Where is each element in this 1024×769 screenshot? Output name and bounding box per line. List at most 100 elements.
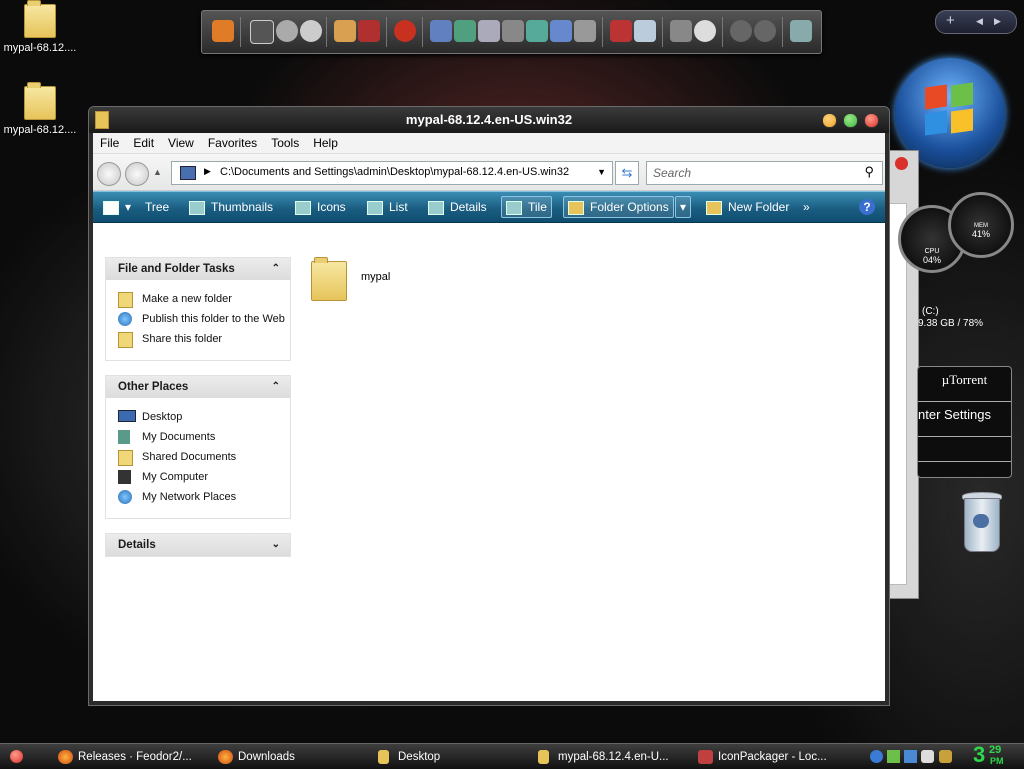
desktop-icon-mypal-folder[interactable]: mypal-68.12.... [0,82,80,136]
place-network-link[interactable]: My Network Places [118,490,290,504]
utorrent-settings-item[interactable]: nter Settings [918,402,1011,437]
forward-button[interactable] [125,162,149,186]
ccleaner-icon[interactable] [394,20,416,42]
scissors-icon[interactable] [502,20,524,42]
sidebar-control[interactable]: + ◀ ▶ [935,10,1017,34]
panel-header[interactable]: Other Places ⌃ [106,376,290,398]
tile-button[interactable]: Tile [501,196,552,218]
grid-icon[interactable] [574,20,596,42]
menu-view[interactable]: View [161,133,201,150]
dock-separator [326,17,327,47]
close-icon[interactable] [895,157,908,170]
thumbnails-button[interactable]: Thumbnails [189,198,273,216]
tree-button[interactable]: Tree [145,198,169,216]
disc-icon[interactable] [300,20,322,42]
menu-favorites[interactable]: Favorites [201,133,264,150]
file-item[interactable]: mypal [311,251,431,307]
media-player-icon[interactable] [212,20,234,42]
taskbar-item-iconpackager[interactable]: IconPackager - Loc... [696,747,827,767]
panel-header[interactable]: Details ⌄ [106,534,290,556]
place-my-computer-link[interactable]: My Computer [118,470,290,484]
taskbar-item-desktop[interactable]: Desktop [376,747,440,767]
icons-label: Icons [317,200,346,214]
address-field[interactable]: ▶ C:\Documents and Settings\admin\Deskto… [171,161,613,185]
safely-remove-tray-icon[interactable] [904,750,917,763]
address-dropdown-icon[interactable]: ▼ [597,167,606,177]
view-menu-button[interactable]: ▾ [103,198,131,216]
breadcrumb-arrow-icon[interactable]: ▶ [204,166,211,177]
share-folder-link[interactable]: Share this folder [118,332,290,348]
utorrent-tray-icon[interactable] [870,750,883,763]
title-bar[interactable]: mypal-68.12.4.en-US.win32 [89,107,889,133]
desktop-icon-label: mypal-68.12.... [3,42,77,54]
paint-icon[interactable] [334,20,356,42]
collapse-icon[interactable]: ⌃ [272,258,280,280]
desktop-icon-mypal-zip[interactable]: mypal-68.12.... [0,0,80,54]
menu-bar: File Edit View Favorites Tools Help [93,133,885,154]
menu-file[interactable]: File [93,133,126,150]
publish-folder-link[interactable]: Publish this folder to the Web [118,312,290,326]
close-button[interactable] [864,113,879,128]
window-icon[interactable] [634,20,656,42]
expand-icon[interactable]: ⌄ [272,534,280,556]
calculator-icon[interactable] [478,20,500,42]
place-label: My Documents [142,431,216,443]
maximize-button[interactable] [843,113,858,128]
more-button[interactable]: » [803,198,810,216]
make-new-folder-link[interactable]: Make a new folder [118,292,290,308]
search-input[interactable]: Search ⚲ [646,161,883,185]
tools-icon[interactable] [454,20,476,42]
help-icon[interactable]: ? [859,199,875,215]
menu-tools[interactable]: Tools [264,133,306,150]
menu-help[interactable]: Help [306,133,345,150]
place-desktop-link[interactable]: Desktop [118,410,290,424]
flash-icon[interactable] [276,20,298,42]
collapse-icon[interactable]: ⌃ [272,376,280,398]
minimize-button[interactable] [822,113,837,128]
utorrent-empty-item[interactable] [918,437,1011,462]
monitor-icon[interactable] [550,20,572,42]
thumbnails-label: Thumbnails [211,200,274,214]
back-button[interactable] [97,162,121,186]
list-icon [367,200,383,215]
next-icon[interactable]: ▶ [994,16,1001,27]
skype-tray-icon[interactable] [921,750,934,763]
clock[interactable]: 3 29 PM [970,742,1024,769]
recent-pages-icon[interactable]: ▲ [153,167,162,177]
folder-options-button[interactable]: Folder Options [563,196,674,218]
notes-icon[interactable] [526,20,548,42]
windows-logo-icon[interactable] [694,20,716,42]
taskbar-item-mypal[interactable]: mypal-68.12.4.en-U... [536,747,669,767]
clapboard-icon[interactable] [250,20,274,44]
speaker-icon[interactable] [754,20,776,42]
tile-icon [506,200,522,215]
start-button[interactable] [10,750,23,763]
folder-options-dropdown[interactable]: ▾ [675,196,692,218]
recycle-bin-icon[interactable] [958,492,1004,554]
power-icon[interactable] [730,20,752,42]
taskbar-item-releases[interactable]: Releases · Feodor2/... [56,747,192,767]
refresh-button[interactable]: ⇆ [615,161,639,185]
place-my-documents-link[interactable]: My Documents [118,430,290,444]
explorer-window[interactable]: mypal-68.12.4.en-US.win32 File Edit View Fa… [88,106,890,706]
tree-label: Tree [145,200,170,214]
place-shared-documents-link[interactable]: Shared Documents [118,450,290,466]
wand-tray-icon[interactable] [939,750,952,763]
taskbar-item-downloads[interactable]: Downloads [216,747,295,767]
menu-edit[interactable]: Edit [126,133,161,150]
network-tray-icon[interactable] [887,750,900,763]
panel-header[interactable]: File and Folder Tasks ⌃ [106,258,290,280]
search-icon[interactable]: ⚲ [864,164,874,180]
network-icon[interactable] [430,20,452,42]
prev-icon[interactable]: ◀ [976,16,983,27]
new-folder-button[interactable]: New Folder [706,198,789,216]
recycle-bin-icon[interactable] [790,20,812,42]
folder-options-icon [568,200,584,215]
details-button[interactable]: Details [428,198,487,216]
fire-extinguisher-icon[interactable] [610,20,632,42]
book-icon[interactable] [358,20,380,42]
icons-button[interactable]: Icons [295,198,346,216]
settings-icon[interactable] [670,20,692,42]
plus-icon[interactable]: + [946,12,955,29]
list-button[interactable]: List [367,198,408,216]
